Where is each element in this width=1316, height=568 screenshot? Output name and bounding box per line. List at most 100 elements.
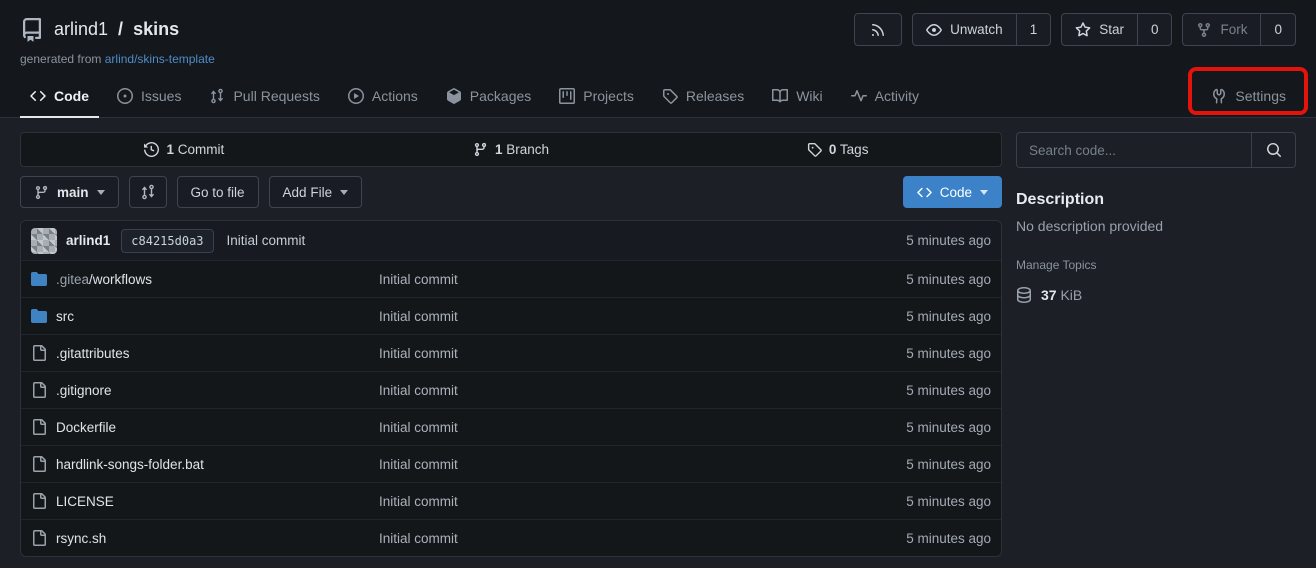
table-row: LICENSE Initial commit 5 minutes ago	[21, 482, 1001, 519]
star-button[interactable]: Star	[1062, 14, 1137, 45]
tab-pull-requests[interactable]: Pull Requests	[199, 75, 329, 117]
tab-actions[interactable]: Actions	[338, 75, 428, 117]
tab-wiki[interactable]: Wiki	[762, 75, 832, 117]
entry-link[interactable]: rsync.sh	[31, 530, 379, 546]
tab-label: Wiki	[796, 88, 822, 104]
entry-link[interactable]: Dockerfile	[31, 419, 379, 435]
compare-branches-button[interactable]	[129, 176, 167, 208]
entry-name: Dockerfile	[56, 420, 116, 435]
entry-link[interactable]: hardlink-songs-folder.bat	[31, 456, 379, 472]
git-compare-icon	[140, 184, 156, 200]
table-row: hardlink-songs-folder.bat Initial commit…	[21, 445, 1001, 482]
description-heading: Description	[1016, 191, 1296, 209]
tab-packages[interactable]: Packages	[436, 75, 541, 117]
git-pull-request-icon	[209, 88, 225, 104]
entry-time: 5 minutes ago	[906, 346, 991, 361]
entry-commit-message[interactable]: Initial commit	[379, 494, 906, 509]
search-input[interactable]	[1017, 133, 1251, 167]
database-icon	[1016, 287, 1032, 303]
latest-commit-row: arlind1 c84215d0a3 Initial commit 5 minu…	[21, 221, 1001, 260]
unwatch-button[interactable]: Unwatch	[913, 14, 1016, 45]
code-download-button[interactable]: Code	[903, 176, 1002, 208]
watchers-count[interactable]: 1	[1016, 14, 1051, 45]
entry-link[interactable]: src	[31, 308, 379, 324]
description-empty-text: No description provided	[1016, 218, 1296, 234]
repo-title: arlind1 / skins	[20, 18, 179, 42]
commits-link[interactable]: 1 Commit	[21, 133, 348, 166]
entry-commit-message[interactable]: Initial commit	[379, 346, 906, 361]
table-row: .gitea/workflows Initial commit 5 minute…	[21, 260, 1001, 297]
tags-link[interactable]: 0 Tags	[674, 133, 1001, 166]
tab-label: Code	[54, 88, 89, 104]
tab-releases[interactable]: Releases	[652, 75, 754, 117]
tools-icon	[1211, 88, 1227, 104]
tab-projects[interactable]: Projects	[549, 75, 644, 117]
code-icon	[30, 88, 46, 104]
entry-link[interactable]: LICENSE	[31, 493, 379, 509]
entry-name: LICENSE	[56, 494, 114, 509]
entry-name: /workflows	[89, 272, 152, 287]
branches-link[interactable]: 1 Branch	[348, 133, 675, 166]
entry-time: 5 minutes ago	[906, 383, 991, 398]
entry-link[interactable]: .gitignore	[31, 382, 379, 398]
fork-button[interactable]: Fork	[1183, 14, 1260, 45]
git-branch-icon	[473, 142, 488, 157]
commit-message-link[interactable]: Initial commit	[227, 233, 306, 248]
tab-code[interactable]: Code	[20, 75, 99, 117]
tab-activity[interactable]: Activity	[841, 75, 929, 117]
stars-count[interactable]: 0	[1137, 14, 1172, 45]
entry-link[interactable]: .gitea/workflows	[31, 271, 379, 287]
entry-time: 5 minutes ago	[906, 309, 991, 324]
rss-icon	[870, 22, 886, 38]
entry-commit-message[interactable]: Initial commit	[379, 457, 906, 472]
avatar[interactable]	[31, 228, 57, 254]
entry-name-prefix: .gitea	[56, 272, 89, 287]
entry-link[interactable]: .gitattributes	[31, 345, 379, 361]
tab-settings[interactable]: Settings	[1201, 75, 1296, 117]
entry-commit-message[interactable]: Initial commit	[379, 309, 906, 324]
entry-commit-message[interactable]: Initial commit	[379, 531, 906, 546]
commit-time: 5 minutes ago	[906, 233, 991, 248]
commit-count: 1	[166, 142, 174, 157]
history-icon	[144, 142, 159, 157]
file-icon	[31, 345, 47, 361]
issue-opened-icon	[117, 88, 133, 104]
search-icon	[1266, 142, 1282, 158]
manage-topics-link[interactable]: Manage Topics	[1016, 258, 1296, 272]
add-file-button[interactable]: Add File	[269, 176, 363, 208]
entry-commit-message[interactable]: Initial commit	[379, 272, 906, 287]
commit-author-link[interactable]: arlind1	[66, 233, 110, 248]
tab-label: Releases	[686, 88, 744, 104]
table-row: .gitignore Initial commit 5 minutes ago	[21, 371, 1001, 408]
repo-toolbar: main Go to file Add File Code	[20, 176, 1002, 208]
search-button[interactable]	[1251, 133, 1295, 167]
repo-size: 37 KiB	[1016, 287, 1296, 303]
entry-commit-message[interactable]: Initial commit	[379, 420, 906, 435]
rss-button[interactable]	[854, 13, 902, 46]
repo-summary-bar: 1 Commit 1 Branch 0 Tags	[20, 132, 1002, 167]
commit-hash-link[interactable]: c84215d0a3	[121, 229, 213, 253]
repo-owner-link[interactable]: arlind1	[54, 19, 108, 40]
fork-label: Fork	[1220, 22, 1247, 37]
table-row: src Initial commit 5 minutes ago	[21, 297, 1001, 334]
branch-selector[interactable]: main	[20, 176, 119, 208]
repo-name-link[interactable]: skins	[133, 19, 179, 40]
go-to-file-button[interactable]: Go to file	[177, 176, 259, 208]
tag-count: 0	[829, 142, 837, 157]
entry-commit-message[interactable]: Initial commit	[379, 383, 906, 398]
eye-icon	[926, 22, 942, 38]
entry-name: hardlink-songs-folder.bat	[56, 457, 204, 472]
entry-name: .gitignore	[56, 383, 112, 398]
current-branch-label: main	[57, 185, 89, 200]
entry-time: 5 minutes ago	[906, 494, 991, 509]
template-repo-link[interactable]: arlind/skins-template	[105, 52, 215, 66]
add-file-label: Add File	[283, 185, 333, 200]
fork-button-group: Fork 0	[1182, 13, 1296, 46]
forks-count[interactable]: 0	[1260, 14, 1295, 45]
file-icon	[31, 456, 47, 472]
tab-issues[interactable]: Issues	[107, 75, 191, 117]
repo-icon	[20, 18, 44, 42]
code-button-label: Code	[940, 185, 972, 200]
repo-header: arlind1 / skins Unwatch 1	[0, 0, 1316, 118]
code-icon	[917, 185, 932, 200]
